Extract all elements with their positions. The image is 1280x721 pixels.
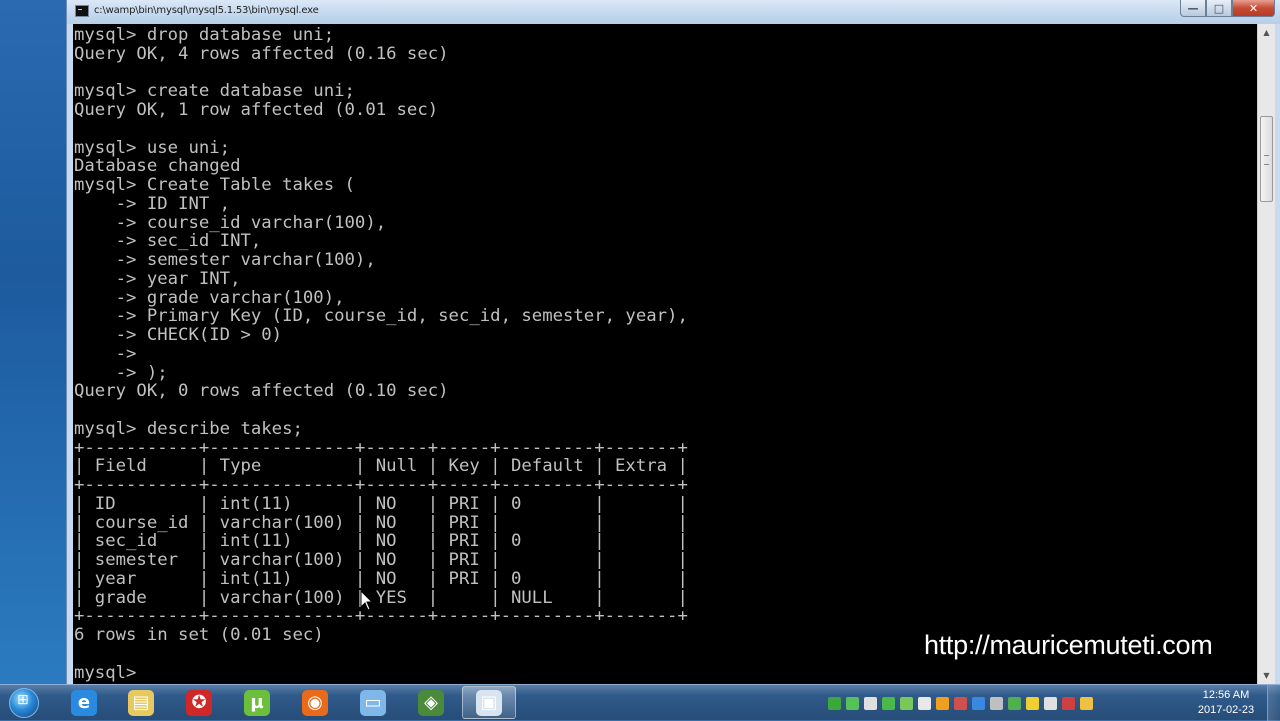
minimize-icon: —: [1187, 1, 1199, 15]
tray-icon-5[interactable]: [900, 696, 913, 710]
clock-date: 2017-02-23: [1197, 704, 1255, 716]
desktop-background: [0, 0, 66, 684]
tray-icon-13[interactable]: [1044, 696, 1057, 710]
console-output[interactable]: mysql> drop database uni; Query OK, 4 ro…: [73, 24, 1257, 684]
console-app-icon: [75, 5, 89, 17]
title-bar[interactable]: c:\wamp\bin\mysql\mysql5.1.53\bin\mysql.…: [67, 0, 1280, 24]
console-window: c:\wamp\bin\mysql\mysql5.1.53\bin\mysql.…: [66, 0, 1280, 684]
maximize-button[interactable]: □: [1206, 0, 1232, 17]
clock-time: 12:56 AM: [1202, 689, 1250, 701]
window-controls: — □ ✕: [1180, 0, 1275, 17]
maximize-icon: □: [1213, 1, 1225, 15]
network-icon[interactable]: [1062, 696, 1075, 710]
taskbar-app-button[interactable]: ◈: [404, 686, 458, 719]
app-red-icon: ✪: [186, 689, 212, 716]
taskbar-app-button[interactable]: ▭: [346, 686, 400, 719]
tray-icon-2[interactable]: [846, 696, 859, 710]
tray-icon-7[interactable]: [936, 696, 949, 710]
clock[interactable]: 12:56 AM 2017-02-23: [1196, 688, 1256, 718]
tray-icon-9[interactable]: [972, 696, 985, 710]
firefox-icon: ◉: [302, 689, 328, 716]
internet-explorer-icon: e: [71, 689, 97, 716]
window-title: c:\wamp\bin\mysql\mysql5.1.53\bin\mysql.…: [94, 5, 319, 16]
taskbar-app-button[interactable]: ▤: [114, 686, 168, 719]
tray-icon-10[interactable]: [990, 696, 1003, 710]
tray-icon-3[interactable]: [864, 696, 877, 710]
taskbar-app-button[interactable]: ◉: [288, 686, 342, 719]
scrollbar-thumb[interactable]: [1260, 116, 1273, 202]
tray-icon-1[interactable]: [828, 696, 841, 710]
scrollbar-grip-icon: [1264, 155, 1269, 165]
minimize-button[interactable]: —: [1180, 0, 1206, 17]
start-button[interactable]: [4, 686, 44, 720]
taskbar-app-button[interactable]: e: [57, 686, 111, 719]
utorrent-icon: µ: [244, 689, 270, 716]
windows-orb-icon: [9, 688, 39, 718]
tray-icon-12[interactable]: [1026, 696, 1039, 710]
close-button[interactable]: ✕: [1232, 0, 1275, 17]
console-window-icon: ▣: [476, 689, 502, 716]
tray-icon-8[interactable]: [954, 696, 967, 710]
volume-icon[interactable]: [918, 696, 931, 710]
notepad-icon: ▭: [360, 689, 386, 716]
close-icon: ✕: [1248, 1, 1259, 15]
scroll-down-arrow-icon[interactable]: ▼: [1258, 667, 1275, 684]
vertical-scrollbar[interactable]: ▲ ▼: [1257, 24, 1275, 684]
mouse-cursor-icon: [360, 590, 374, 611]
mysql-tool-icon: ◈: [418, 689, 444, 716]
tray-icon-4[interactable]: [882, 696, 895, 710]
watermark-url: http://mauricemuteti.com: [924, 630, 1213, 660]
taskbar-app-button[interactable]: ▣: [462, 686, 516, 719]
tray-icon-11[interactable]: [1008, 696, 1021, 710]
taskbar-app-button[interactable]: µ: [230, 686, 284, 719]
file-explorer-icon: ▤: [128, 689, 154, 716]
taskbar-app-button[interactable]: ✪: [172, 686, 226, 719]
system-tray: [828, 692, 1098, 714]
console-text: mysql> drop database uni; Query OK, 4 ro…: [74, 25, 688, 683]
show-desktop-button[interactable]: [1267, 685, 1280, 721]
taskbar: e ▤ ✪ µ ◉ ▭ ◈ ▣ 12:56 AM 2017-02-23: [0, 684, 1280, 721]
window-frame-right: [1275, 24, 1280, 684]
scroll-up-arrow-icon[interactable]: ▲: [1258, 24, 1275, 41]
action-center-icon[interactable]: [1080, 696, 1093, 710]
